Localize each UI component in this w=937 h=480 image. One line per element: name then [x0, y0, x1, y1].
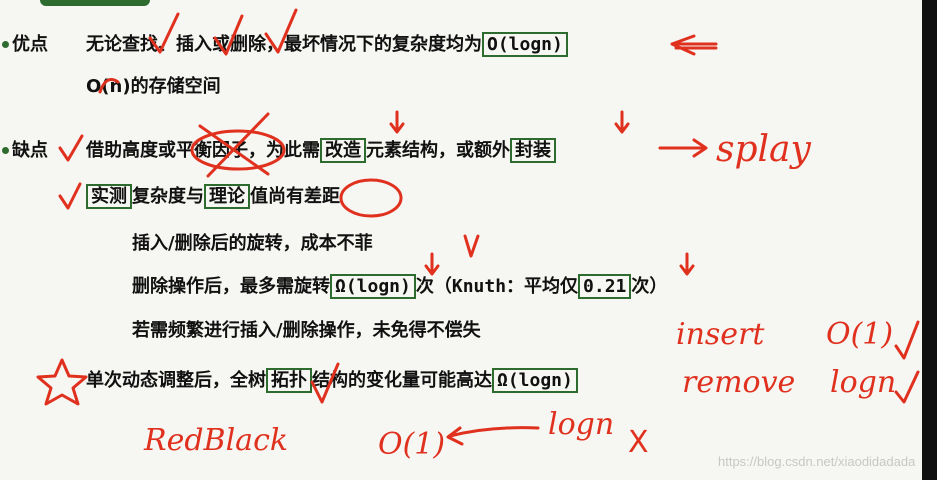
sub2-a: 删除操作后，最多需旋转 — [132, 276, 330, 297]
checkmark-8 — [894, 370, 920, 404]
arrow-down-1 — [389, 110, 405, 134]
pros-line2: O(n)的存储空间 — [86, 76, 221, 97]
annotation-o1-bottom: O(1) — [378, 427, 446, 462]
annotation-logn-right: logn — [830, 365, 897, 400]
checkmark-4 — [58, 134, 84, 162]
title-tab — [40, 0, 150, 6]
pros-line1-text: 无论查找、插入或删除，最坏情况下的复杂度均为 — [86, 34, 482, 55]
cons-line1-a: 借助高度或 — [86, 140, 176, 161]
sub2-c: ：平均仅 — [506, 276, 579, 297]
arrow-down-3 — [463, 234, 480, 258]
cons-label: 缺点 — [12, 140, 48, 161]
cons-line1-d: 元素结构，或额外 — [366, 140, 510, 161]
cons-line2-a: 复杂度与 — [132, 186, 204, 207]
average-box: 0.21 — [578, 274, 632, 299]
cons-line1: 借助高度或平衡因子，为此需 改造 元素结构，或额外 封装 — [86, 138, 556, 163]
arrow-bottom — [446, 426, 540, 446]
sub-point-2: 删除操作后，最多需旋转 Ω(logn) 次（Knuth：平均仅 0.21 次） — [132, 274, 668, 299]
arrow-down-5 — [679, 252, 695, 276]
annotation-o1-top: O(1) — [826, 317, 894, 352]
bullet-pros — [2, 41, 9, 48]
arrow-to-splay — [658, 138, 708, 158]
checkmark-7 — [894, 320, 920, 360]
right-edge-bar — [922, 0, 937, 480]
theory-box: 理论 — [204, 184, 250, 209]
annotation-logn-bottom: logn — [548, 407, 615, 442]
star-icon — [36, 358, 88, 406]
annotation-x: X — [628, 425, 649, 460]
annotation-remove: remove — [682, 365, 796, 400]
annotation-insert: insert — [676, 317, 765, 352]
last-a: 单次动态调整后，全树 — [86, 370, 266, 391]
topology-bound-box: Ω(logn) — [492, 368, 578, 393]
sub-point-1: 插入/删除后的旋转，成本不菲 — [132, 233, 373, 254]
topology-box: 拓扑 — [266, 368, 312, 393]
arrow-down-4 — [424, 252, 440, 276]
rotation-bound-box: Ω(logn) — [330, 274, 416, 299]
arrow-left-double — [670, 34, 718, 56]
cons-line2-b: 值尚有差距 — [250, 186, 340, 207]
encapsulate-box: 封装 — [510, 138, 556, 163]
measured-box: 实测 — [86, 184, 132, 209]
modify-box: 改造 — [320, 138, 366, 163]
pros-complexity-box: O(logn) — [482, 32, 568, 57]
watermark: https://blog.csdn.net/xiaodidadada — [718, 454, 916, 469]
gap-circle — [339, 178, 403, 218]
cons-line2: 实测 复杂度与 理论 值尚有差距 — [86, 184, 340, 209]
balance-factor-text: 平衡因子 — [176, 140, 248, 161]
cons-line1-c: ，为此需 — [248, 140, 320, 161]
slide: 优点 无论查找、插入或删除，最坏情况下的复杂度均为 O(logn) O(n)的存储… — [0, 0, 922, 480]
checkmark-5 — [58, 182, 82, 210]
arrow-down-2 — [614, 110, 630, 134]
sub-point-3: 若需频繁进行插入/删除操作，未免得不偿失 — [132, 320, 481, 341]
annotation-redblack: RedBlack — [144, 423, 289, 458]
knuth-text: Knuth — [451, 276, 507, 297]
last-b: 结构的变化量可能高达 — [312, 370, 492, 391]
pros-label: 优点 — [12, 34, 48, 55]
topology-line: 单次动态调整后，全树 拓扑 结构的变化量可能高达 Ω(logn) — [86, 368, 578, 393]
pros-line1: 无论查找、插入或删除，最坏情况下的复杂度均为 O(logn) — [86, 32, 568, 57]
bullet-cons — [2, 147, 9, 154]
sub2-b: 次（ — [415, 276, 452, 297]
annotation-splay: splay — [716, 129, 811, 170]
sub2-d: 次） — [631, 276, 668, 297]
